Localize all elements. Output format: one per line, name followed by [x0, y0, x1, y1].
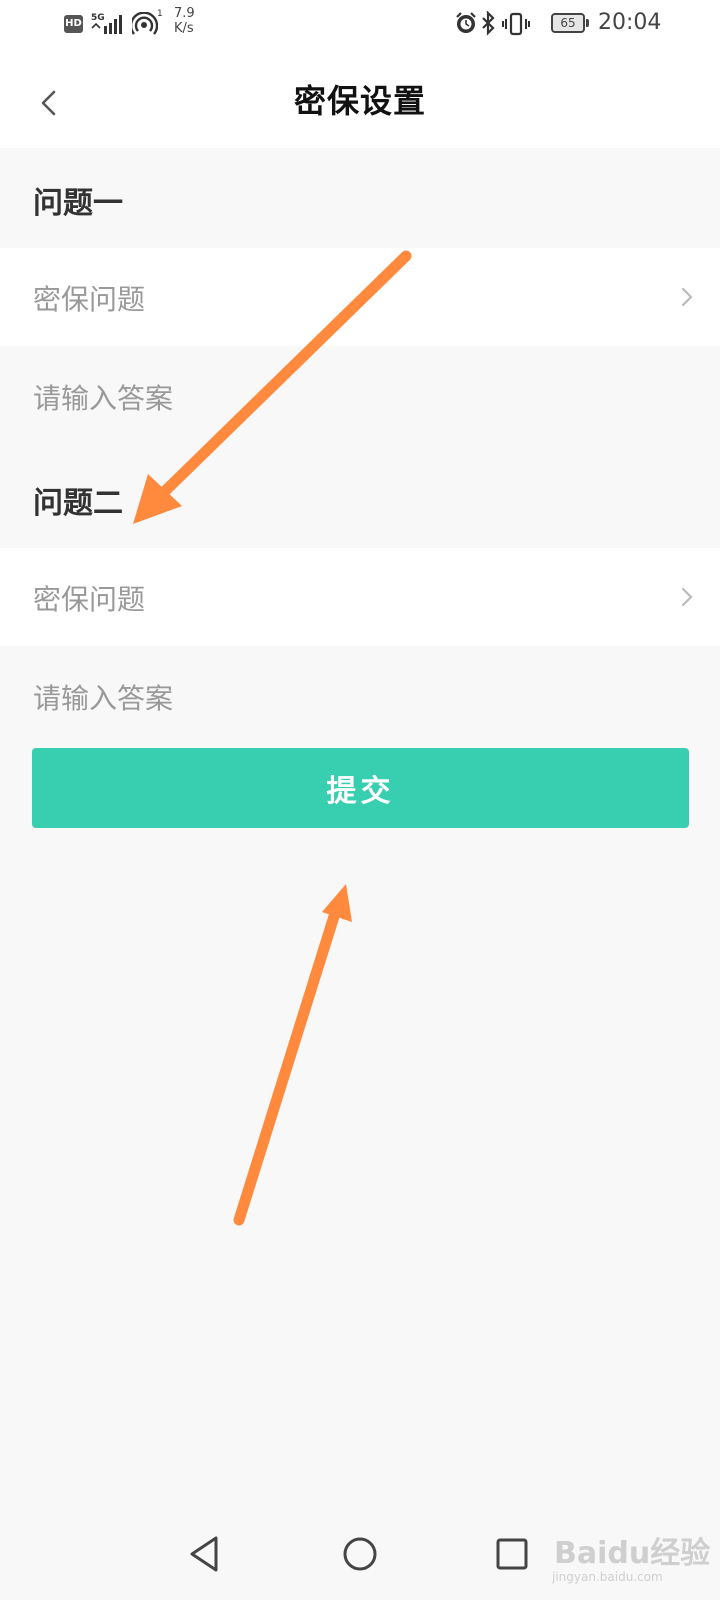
home-circle-icon[interactable]: [338, 1532, 382, 1576]
arrow-to-submit: [233, 884, 352, 1226]
security-question2-select[interactable]: 密保问题: [0, 548, 720, 646]
section-title-question2: 问题二: [33, 486, 123, 521]
chevron-right-icon: [681, 587, 693, 607]
security-question1-select[interactable]: 密保问题: [0, 248, 720, 346]
recents-square-icon[interactable]: [490, 1532, 534, 1576]
bluetooth-icon: [482, 11, 495, 36]
vibrate-icon: [502, 12, 530, 36]
answer1-input[interactable]: [33, 368, 673, 428]
watermark-url: jingyan.baidu.com: [552, 1570, 663, 1584]
security-question1-label: 密保问题: [33, 283, 146, 316]
answer2-input[interactable]: [33, 668, 673, 728]
hd-badge: HD: [64, 15, 83, 33]
status-bar: HD 5G 1 7.9 K/s 65 20:04: [0, 0, 720, 50]
network-speed: 7.9 K/s: [174, 6, 204, 36]
back-triangle-icon[interactable]: [184, 1532, 228, 1576]
battery-tip: [586, 19, 589, 27]
speed-unit: K/s: [174, 21, 194, 36]
chevron-right-icon: [681, 287, 693, 307]
alarm-icon: [456, 12, 476, 33]
section-title-question1: 问题一: [33, 186, 123, 221]
status-icons-group: [456, 11, 530, 36]
speed-value: 7.9: [174, 6, 195, 21]
page-title: 密保设置: [293, 82, 426, 120]
battery-icon: 65: [551, 13, 585, 33]
network-type: 5G: [91, 13, 105, 23]
header: 密保设置: [0, 50, 720, 148]
hotspot-icon: [132, 12, 158, 35]
watermark: Baidu经验 jingyan.baidu.com: [548, 1522, 718, 1596]
submit-button[interactable]: 提交: [32, 748, 689, 828]
security-question2-label: 密保问题: [33, 583, 146, 616]
watermark-logo: Baidu经验: [554, 1536, 711, 1571]
clock: 20:04: [598, 10, 662, 35]
signal-icon: 5G: [91, 13, 122, 34]
hotspot-count: 1: [157, 9, 163, 19]
